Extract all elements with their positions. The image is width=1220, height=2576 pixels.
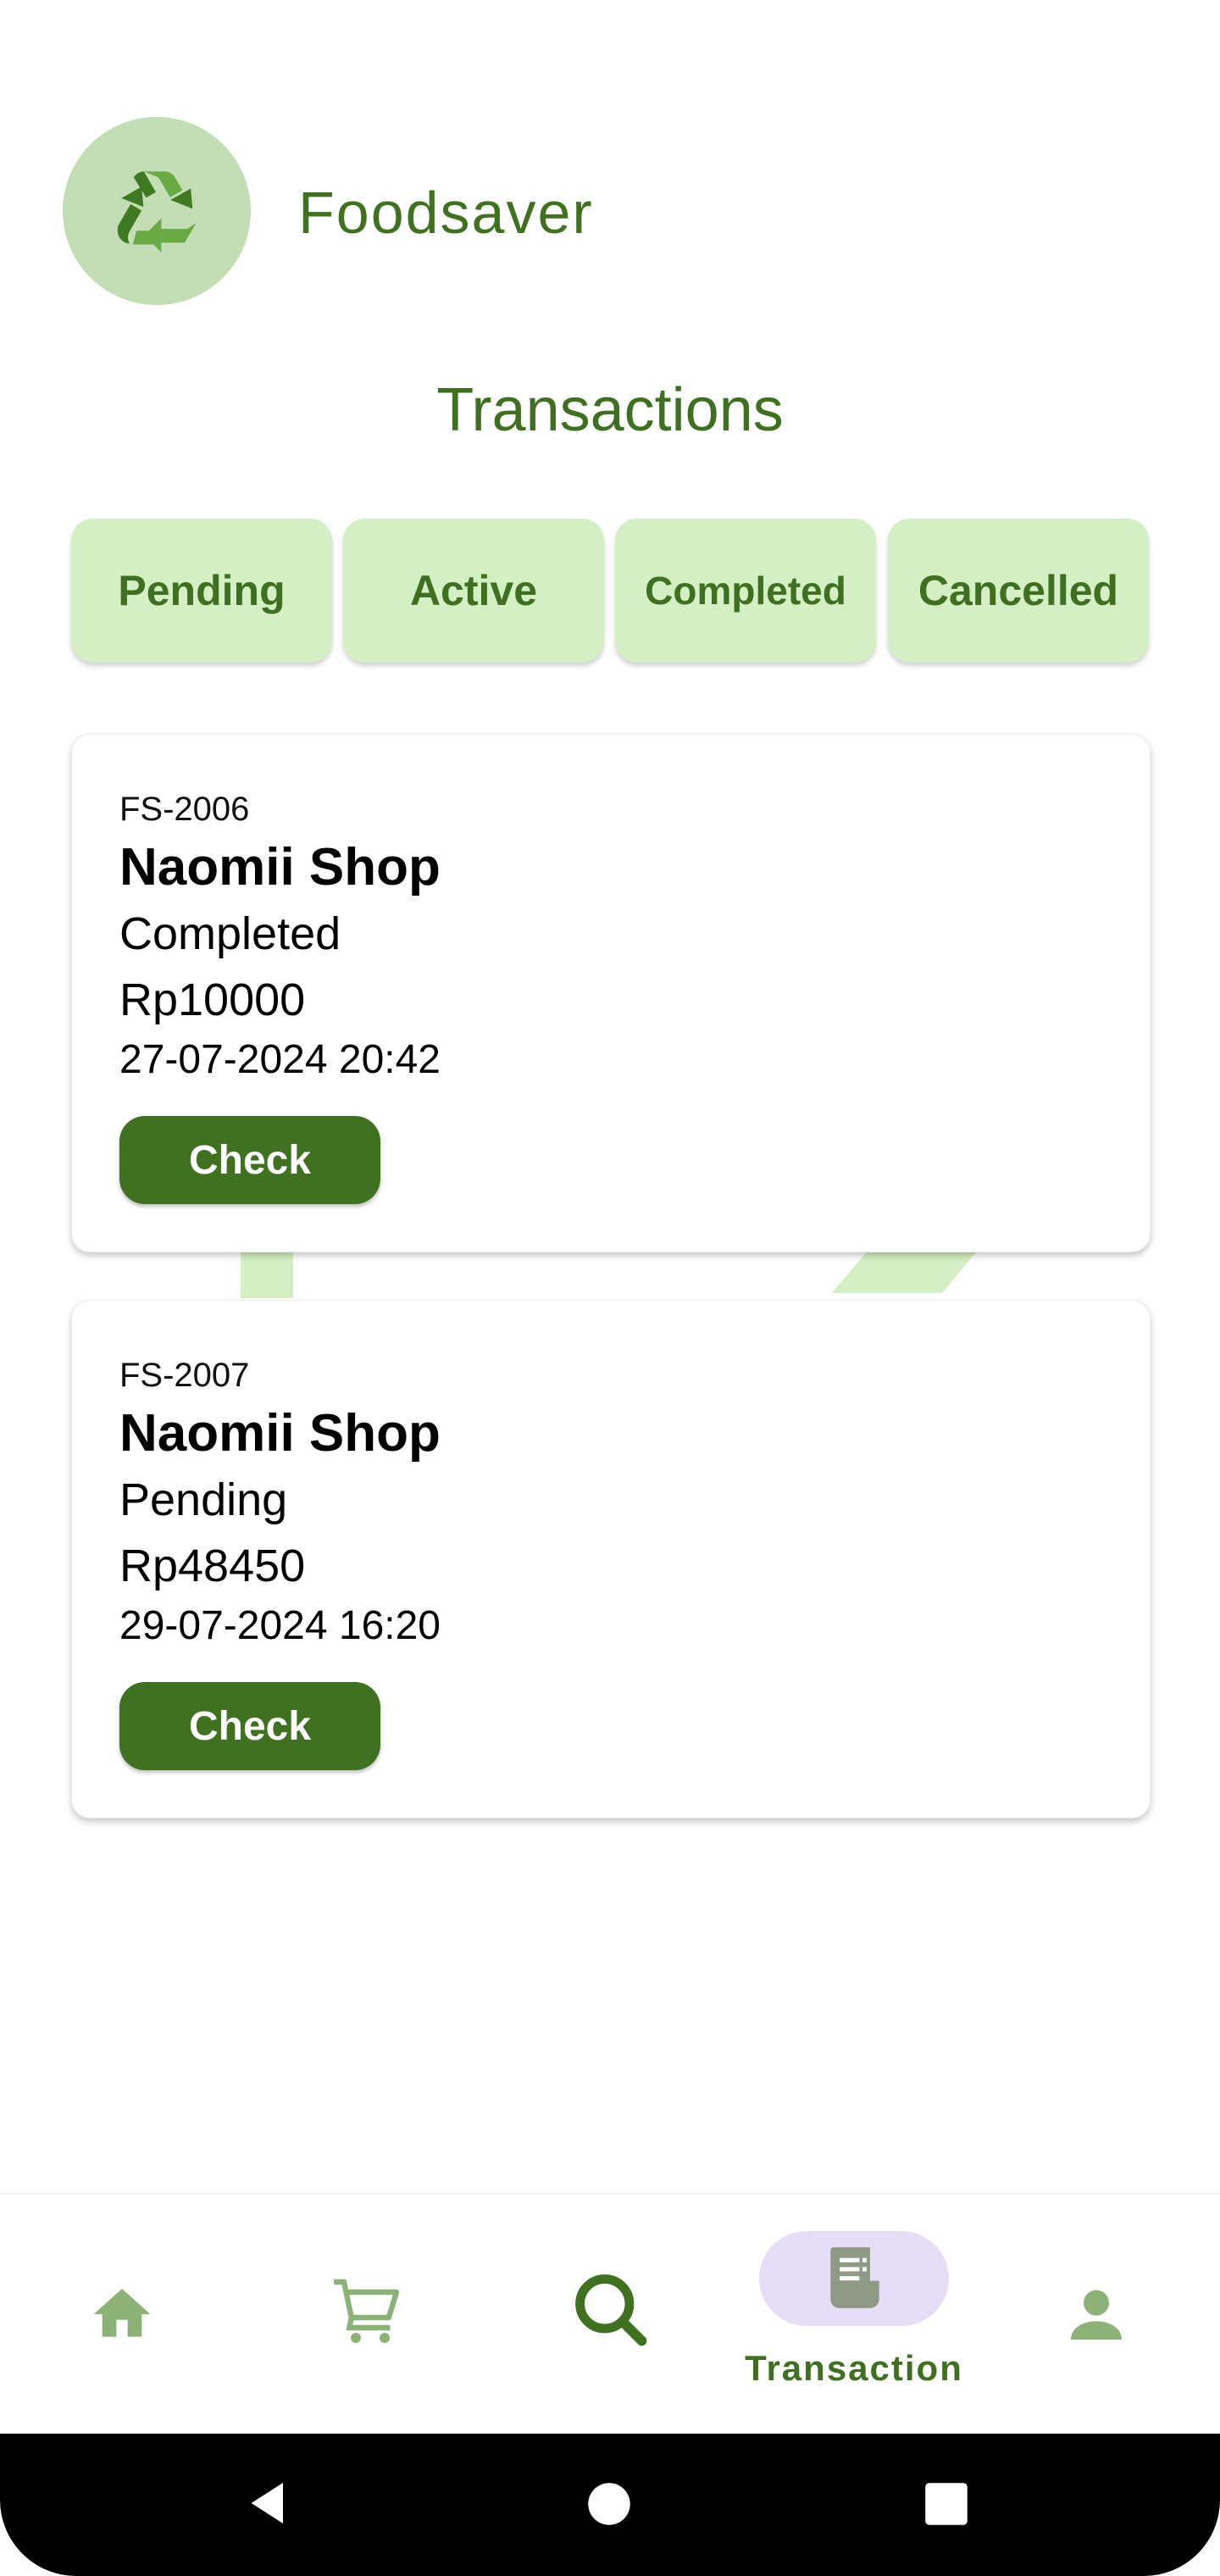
recycle-icon — [117, 171, 197, 253]
order-id: FS-2007 — [119, 1357, 250, 1394]
app-name: Foodsaver — [298, 180, 594, 246]
cart-icon — [334, 2279, 400, 2343]
tab-completed[interactable]: Completed — [615, 519, 876, 663]
nav-home[interactable] — [51, 2194, 195, 2434]
order-date: 27-07-2024 20:42 — [119, 1037, 441, 1082]
page-title: Transactions — [436, 376, 784, 444]
app-header: Foodsaver — [0, 0, 1220, 339]
order-price: Rp48450 — [119, 1541, 306, 1591]
bottom-nav: Transaction — [0, 2193, 1220, 2434]
receipt-icon — [830, 2247, 879, 2308]
back-icon[interactable] — [242, 2476, 297, 2530]
order-id: FS-2006 — [119, 791, 250, 828]
order-date: 29-07-2024 16:20 — [119, 1603, 441, 1648]
background-decoration — [241, 1251, 293, 1298]
shop-name: Naomii Shop — [119, 838, 441, 897]
home-circle-icon[interactable] — [586, 2481, 632, 2527]
app-logo — [63, 117, 251, 305]
check-button[interactable]: Check — [119, 1116, 380, 1204]
status-tabs: Pending Active Completed Cancelled — [71, 519, 1149, 664]
shop-name: Naomii Shop — [119, 1404, 441, 1463]
tab-active[interactable]: Active — [343, 519, 604, 663]
person-icon — [1071, 2290, 1122, 2340]
check-button[interactable]: Check — [119, 1682, 380, 1770]
transaction-card[interactable]: FS-2006 Naomii Shop Completed Rp10000 27… — [71, 734, 1151, 1252]
tab-pending[interactable]: Pending — [71, 519, 332, 663]
home-icon — [93, 2289, 151, 2337]
order-status: Completed — [119, 908, 341, 959]
nav-profile[interactable] — [1025, 2194, 1169, 2434]
tab-cancelled[interactable]: Cancelled — [888, 519, 1149, 663]
nav-cart[interactable] — [297, 2194, 441, 2434]
order-status: Pending — [119, 1474, 288, 1525]
nav-search[interactable] — [539, 2194, 683, 2434]
system-nav-bar — [0, 2434, 1220, 2576]
nav-transaction[interactable]: Transaction — [720, 2194, 988, 2434]
order-price: Rp10000 — [119, 974, 306, 1025]
background-decoration — [831, 1252, 977, 1293]
nav-transaction-label: Transaction — [745, 2348, 963, 2388]
transaction-card[interactable]: FS-2007 Naomii Shop Pending Rp48450 29-0… — [71, 1300, 1151, 1818]
recents-icon[interactable] — [923, 2481, 969, 2527]
search-icon — [575, 2274, 647, 2346]
